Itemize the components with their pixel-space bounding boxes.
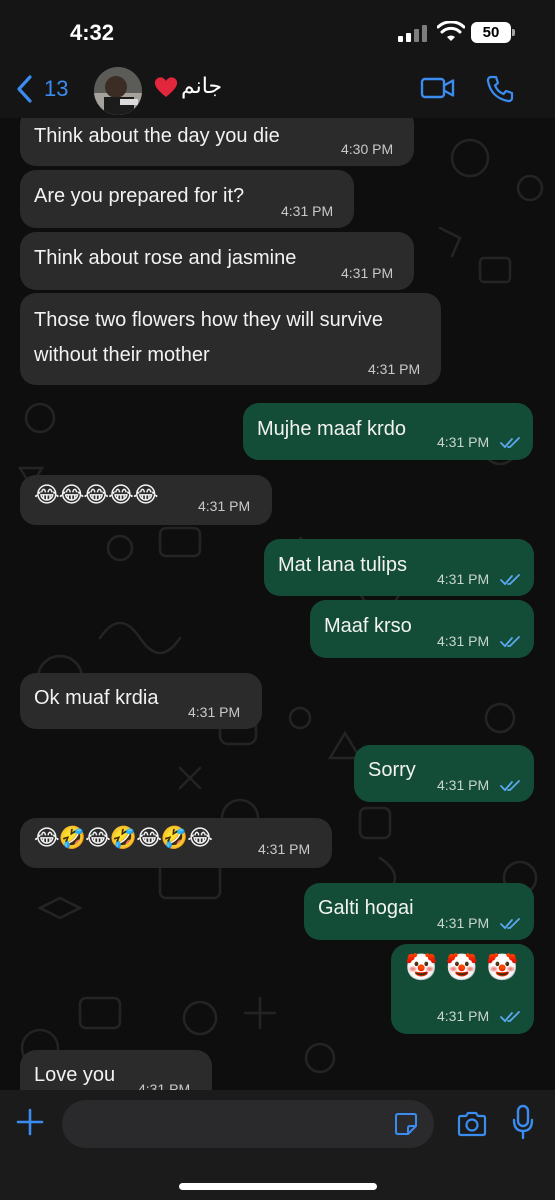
message-outgoing[interactable]: Mujhe maaf krdo 4:31 PM — [243, 403, 533, 460]
message-text: Think about rose and jasmine — [34, 247, 297, 269]
message-incoming[interactable]: Those two flowers how they will survive … — [20, 293, 441, 385]
message-input[interactable] — [62, 1100, 434, 1148]
avatar-photo — [94, 67, 142, 115]
back-chevron-icon[interactable] — [14, 74, 36, 104]
message-outgoing[interactable]: 🤡 🤡 🤡 4:31 PM — [391, 944, 534, 1034]
status-time: 4:32 — [70, 20, 115, 45]
unread-count[interactable]: 13 — [44, 76, 68, 102]
heart-emoji-icon — [154, 77, 178, 97]
message-outgoing[interactable]: Sorry 4:31 PM — [354, 745, 534, 802]
message-outgoing[interactable]: Galti hogai 4:31 PM — [304, 883, 534, 940]
read-ticks-icon — [500, 437, 520, 449]
message-time: 4:31 PM — [188, 704, 241, 720]
message-incoming[interactable]: 😂🤣😂🤣😂🤣😂 4:31 PM — [20, 818, 332, 868]
message-time: 4:31 PM — [437, 434, 490, 450]
message-incoming[interactable]: Think about the day you die 4:30 PM — [20, 118, 414, 166]
sticker-icon[interactable] — [394, 1112, 418, 1136]
message-text: 😂😂😂😂😂 — [34, 483, 159, 508]
message-text: Mujhe maaf krdo — [257, 418, 406, 440]
message-time: 4:31 PM — [198, 498, 251, 514]
contact-name[interactable]: جانم — [181, 74, 222, 99]
message-time: 4:31 PM — [368, 361, 421, 377]
message-text: Maaf krso — [324, 615, 412, 637]
plus-icon[interactable] — [16, 1108, 44, 1136]
home-indicator[interactable] — [179, 1183, 377, 1190]
battery-level: 50 — [482, 24, 500, 41]
read-ticks-icon — [500, 636, 520, 648]
battery-icon: 50 — [471, 22, 511, 43]
message-incoming[interactable]: Think about rose and jasmine 4:31 PM — [20, 232, 414, 290]
message-time: 4:31 PM — [437, 571, 490, 587]
wifi-icon — [437, 21, 465, 41]
message-time: 4:31 PM — [281, 203, 334, 219]
message-text-line2: without their mother — [34, 344, 210, 366]
message-list[interactable]: Think about the day you die 4:30 PM Are … — [0, 118, 555, 1090]
message-time: 4:31 PM — [437, 777, 490, 793]
message-outgoing[interactable]: Maaf krso 4:31 PM — [310, 600, 534, 658]
read-ticks-icon — [500, 918, 520, 930]
read-ticks-icon — [500, 1011, 520, 1023]
message-text: Ok muaf krdia — [34, 687, 159, 709]
message-outgoing[interactable]: Mat lana tulips 4:31 PM — [264, 539, 534, 596]
avatar[interactable] — [94, 67, 142, 115]
message-time: 4:31 PM — [258, 841, 311, 857]
message-time: 4:31 PM — [437, 633, 490, 649]
phone-call-icon[interactable] — [485, 74, 515, 104]
message-incoming[interactable]: Are you prepared for it? 4:31 PM — [20, 170, 354, 228]
message-composer — [0, 1090, 555, 1200]
message-text: Mat lana tulips — [278, 554, 407, 576]
message-text: Are you prepared for it? — [34, 185, 245, 207]
message-text: Love you — [34, 1064, 116, 1086]
message-incoming[interactable]: Ok muaf krdia 4:31 PM — [20, 673, 262, 729]
battery-tip — [512, 29, 515, 36]
status-bar: 4:32 50 — [0, 0, 555, 62]
microphone-icon[interactable] — [512, 1104, 534, 1140]
message-time: 4:30 PM — [341, 141, 394, 157]
message-text: 🤡 🤡 🤡 — [405, 953, 519, 983]
message-time: 4:31 PM — [437, 915, 490, 931]
read-ticks-icon — [500, 780, 520, 792]
message-time: 4:31 PM — [138, 1081, 191, 1090]
message-text: 😂🤣😂🤣😂🤣😂 — [34, 826, 213, 851]
message-text: Sorry — [368, 759, 416, 781]
message-text: Galti hogai — [318, 897, 414, 919]
chat-header: 13 جانم — [0, 62, 555, 118]
message-text: Those two flowers how they will survive — [34, 309, 384, 331]
message-time: 4:31 PM — [437, 1008, 490, 1024]
camera-icon[interactable] — [456, 1110, 488, 1138]
message-time: 4:31 PM — [341, 265, 394, 281]
video-call-icon[interactable] — [420, 76, 456, 100]
read-ticks-icon — [500, 574, 520, 586]
message-incoming[interactable]: Love you 4:31 PM — [20, 1050, 212, 1090]
message-incoming[interactable]: 😂😂😂😂😂 4:31 PM — [20, 475, 272, 525]
cellular-signal-icon — [398, 24, 428, 42]
message-text: Think about the day you die — [34, 125, 280, 147]
